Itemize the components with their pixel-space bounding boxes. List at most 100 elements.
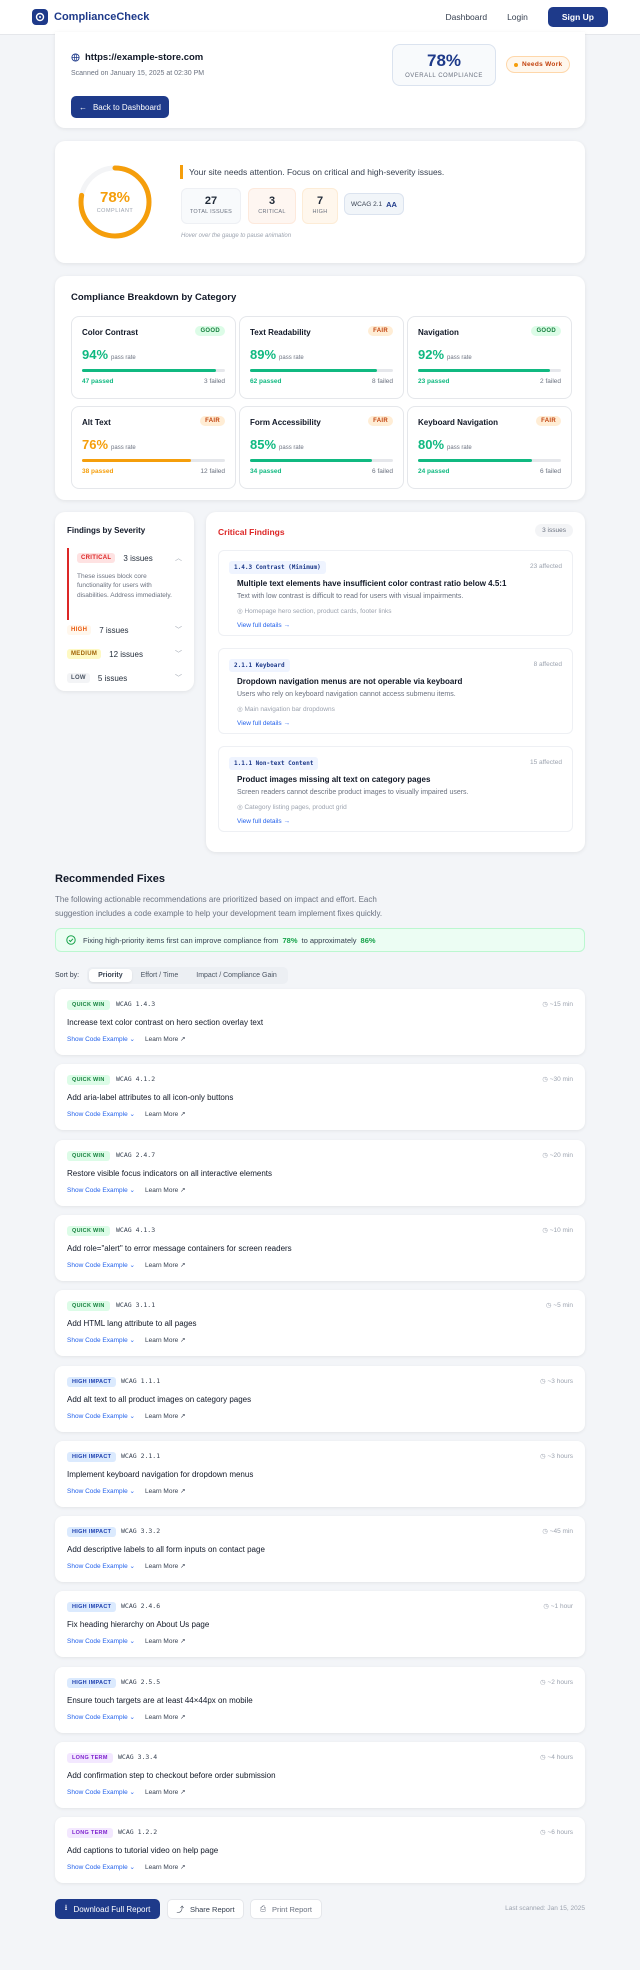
category-failed: 12 failed (200, 468, 225, 475)
critical-severity-panel[interactable]: CRITICAL 3 issues ︿ These issues block c… (67, 548, 182, 620)
pass-rate-label: pass rate (447, 355, 472, 361)
status-dot-icon (514, 62, 518, 67)
nav-login-link[interactable]: Login (507, 12, 528, 22)
category-card[interactable]: Keyboard Navigation FAIR 80% pass rate 24 pa… (407, 406, 572, 489)
nav-dashboard-link[interactable]: Dashboard (445, 12, 487, 22)
learn-more-link[interactable]: Learn More ↗ (145, 1035, 186, 1043)
sort-label: Sort by: (55, 971, 80, 979)
fix-wcag: WCAG 2.4.6 (121, 1602, 161, 1611)
fix-badge: HIGH IMPACT (67, 1376, 117, 1387)
learn-more-link[interactable]: Learn More ↗ (145, 1562, 186, 1570)
learn-more-link[interactable]: Learn More ↗ (145, 1261, 186, 1269)
high-severity-row[interactable]: HIGH 7 issues ﹀ (67, 620, 182, 640)
clock-icon: ◷ (540, 1754, 548, 1761)
logo-icon[interactable] (32, 9, 48, 25)
category-rate-value: 80% (418, 437, 445, 452)
external-link-icon: ↗ (180, 1487, 186, 1495)
show-code-toggle[interactable]: Show Code Example ⌄ (67, 1562, 135, 1570)
show-code-toggle[interactable]: Show Code Example ⌄ (67, 1336, 135, 1344)
finding-item: 1.4.3 Contrast (Minimum) 23 affected Multi… (218, 550, 573, 636)
show-code-toggle[interactable]: Show Code Example ⌄ (67, 1035, 135, 1043)
view-details-link[interactable]: View full details → (237, 818, 290, 825)
learn-more-link[interactable]: Learn More ↗ (145, 1788, 186, 1796)
show-code-toggle[interactable]: Show Code Example ⌄ (67, 1412, 135, 1420)
view-details-link[interactable]: View full details → (237, 720, 290, 727)
show-code-toggle[interactable]: Show Code Example ⌄ (67, 1487, 135, 1495)
show-code-toggle[interactable]: Show Code Example ⌄ (67, 1863, 135, 1871)
medium-tag: MEDIUM (67, 649, 102, 659)
sort-effort-tab[interactable]: Effort / Time (132, 969, 188, 982)
category-card[interactable]: Color Contrast GOOD 94% pass rate 47 passed 3… (71, 316, 236, 399)
show-code-toggle[interactable]: Show Code Example ⌄ (67, 1261, 135, 1269)
brand-name[interactable]: ComplianceCheck (54, 11, 149, 23)
learn-more-link[interactable]: Learn More ↗ (145, 1186, 186, 1194)
back-label: Back to Dashboard (92, 102, 162, 112)
fix-badge: HIGH IMPACT (67, 1602, 117, 1613)
check-circle-icon (66, 935, 76, 945)
learn-more-link[interactable]: Learn More ↗ (145, 1637, 186, 1645)
show-code-label: Show Code Example (67, 1036, 128, 1043)
fix-wcag: WCAG 1.2.2 (118, 1828, 158, 1837)
clock-icon: ◷ (542, 1226, 550, 1234)
learn-more-link[interactable]: Learn More ↗ (145, 1110, 186, 1118)
learn-more-label: Learn More (145, 1487, 179, 1495)
show-code-toggle[interactable]: Show Code Example ⌄ (67, 1637, 135, 1645)
learn-more-label: Learn More (145, 1638, 179, 1646)
fix-title: Add captions to tutorial video on help p… (67, 1846, 219, 1856)
share-report-button[interactable]: ⤴ Share Report (167, 1899, 244, 1919)
learn-more-link[interactable]: Learn More ↗ (145, 1713, 186, 1721)
gauge-label: COMPLIANT (96, 208, 134, 214)
category-progress-track (82, 459, 225, 462)
gauge-hint: Hover over the gauge to pause animation (181, 233, 292, 239)
show-code-toggle[interactable]: Show Code Example ⌄ (67, 1110, 135, 1118)
critical-value: 3 (268, 195, 276, 207)
category-card[interactable]: Form Accessibility FAIR 85% pass rate 34 pas… (239, 406, 404, 489)
category-progress-fill (250, 459, 372, 462)
site-url-row: https://example-store.com (71, 52, 203, 63)
critical-findings-title: Critical Findings (218, 527, 285, 537)
learn-more-link[interactable]: Learn More ↗ (145, 1863, 186, 1871)
medium-count: 12 issues (109, 649, 143, 659)
back-to-dashboard-button[interactable]: ← Back to Dashboard (71, 96, 169, 118)
fix-time: ◷ ~4 hours (540, 1753, 573, 1761)
learn-more-link[interactable]: Learn More ↗ (145, 1487, 186, 1495)
signup-button[interactable]: Sign Up (547, 7, 608, 27)
sort-impact-tab[interactable]: Impact / Compliance Gain (187, 969, 286, 982)
report-header-card: https://example-store.com Scanned on Jan… (55, 32, 585, 128)
show-code-toggle[interactable]: Show Code Example ⌄ (67, 1186, 135, 1194)
category-failed: 2 failed (540, 378, 561, 385)
show-code-toggle[interactable]: Show Code Example ⌄ (67, 1713, 135, 1721)
medium-severity-row[interactable]: MEDIUM 12 issues ﹀ (67, 644, 182, 664)
pass-rate-label: pass rate (279, 445, 304, 451)
wcag-criterion-chip: 1.1.1 Non-text Content (229, 757, 319, 770)
tip-text-a: Fixing high-priority items first can imp… (83, 935, 279, 945)
low-severity-row[interactable]: LOW 5 issues ﹀ (67, 668, 182, 688)
critical-severity-row[interactable]: CRITICAL 3 issues ︿ (77, 548, 182, 568)
category-badge: FAIR (368, 326, 393, 336)
sort-priority-tab[interactable]: Priority (89, 968, 132, 982)
category-rate: 92% pass rate (418, 347, 472, 362)
fix-time: ◷ ~5 min (546, 1301, 573, 1309)
critical-count: 3 issues (123, 553, 153, 563)
print-report-button[interactable]: ⎙ Print Report (250, 1899, 322, 1919)
category-card[interactable]: Alt Text FAIR 76% pass rate 38 passed 12 fail… (71, 406, 236, 489)
external-link-icon: ↗ (180, 1713, 186, 1721)
chevron-down-icon: ⌄ (129, 1261, 135, 1269)
view-details-link[interactable]: View full details → (237, 622, 290, 629)
category-name: Form Accessibility (250, 418, 321, 427)
clock-icon: ◷ (540, 1678, 548, 1686)
category-rate-value: 85% (250, 437, 277, 452)
category-progress-fill (82, 369, 217, 372)
fix-wcag: WCAG 2.4.7 (116, 1150, 156, 1159)
clock-icon: ◷ (540, 1829, 548, 1837)
category-card[interactable]: Text Readability FAIR 89% pass rate 62 passe… (239, 316, 404, 399)
category-passed: 34 passed (250, 468, 282, 475)
fix-title: Add role="alert" to error message contai… (67, 1243, 292, 1253)
learn-more-link[interactable]: Learn More ↗ (145, 1412, 186, 1420)
download-report-button[interactable]: ⭳ Download Full Report (55, 1899, 160, 1919)
chevron-down-icon: ⌄ (129, 1111, 135, 1119)
learn-more-link[interactable]: Learn More ↗ (145, 1336, 186, 1344)
finding-item: 2.1.1 Keyboard 8 affected Dropdown navigat… (218, 648, 573, 734)
show-code-toggle[interactable]: Show Code Example ⌄ (67, 1788, 135, 1796)
category-card[interactable]: Navigation GOOD 92% pass rate 23 passed 2 fai… (407, 316, 572, 399)
